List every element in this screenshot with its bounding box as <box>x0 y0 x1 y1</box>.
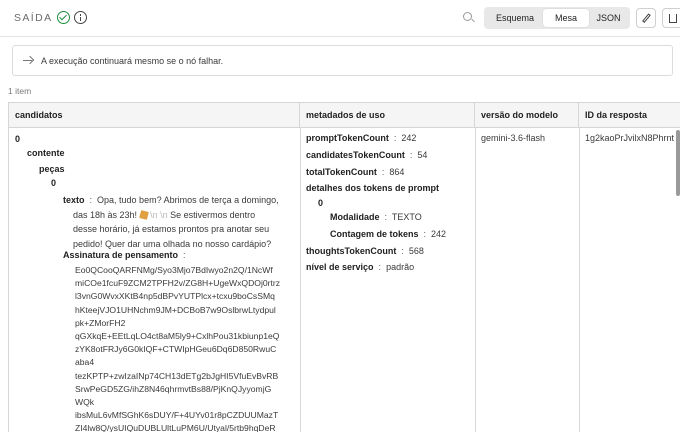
tab-json[interactable]: JSON <box>589 9 628 27</box>
column-divider <box>300 128 301 432</box>
notice-text: A execução continuará mesmo se o nó falh… <box>41 56 224 66</box>
signature-line: aba4 <box>75 357 95 368</box>
meta-details-index: 0 <box>318 198 324 208</box>
signature-line: SrwPeGD5ZG/ihZ8N46qhrmvtBs88/PjKnQJyyomj… <box>75 383 272 394</box>
signature-line: qGXkqE+EEtLqLO4ct8aM5ly9+CxlhPou31kbiunp… <box>75 331 280 342</box>
vertical-scrollbar[interactable] <box>676 130 680 196</box>
meta-modality: Modalidade : TEXTO <box>330 212 422 222</box>
signature-line: ZI4lw8Q/ysUIQuDUBLUltLuPM6U/Utyal/5rtb9h… <box>75 423 276 432</box>
header-versao-modelo[interactable]: versão do modelo <box>475 103 579 128</box>
output-table: candidatos metadados de uso versão do mo… <box>8 102 680 432</box>
pin-icon <box>669 14 677 23</box>
meta-details-key: detalhes dos tokens de prompt <box>306 183 440 193</box>
response-id: 1g2kaoPrJvilxN8Phrnt <box>585 133 675 143</box>
tab-mesa[interactable]: Mesa <box>543 9 589 27</box>
notice-banner: A execução continuará mesmo se o nó falh… <box>12 45 673 76</box>
model-version: gemini-3.6-flash <box>481 133 546 143</box>
panel-title: SAÍDA <box>14 12 53 24</box>
signature-line: Eo0QCooQARFNMg/Syo3Mjo7BdIwyo2n2Q/1NcWf <box>75 265 273 275</box>
header-id-resposta[interactable]: ID da resposta <box>579 103 680 128</box>
signature-line: pk+ZMorFH2 <box>75 317 126 328</box>
text-line4: pedido! Quer dar uma olhada no nosso car… <box>73 238 272 249</box>
signature-line: tezKPTP+zwIzaINp74CH13dETg2bJgHI5VfuEvBv… <box>75 370 279 381</box>
arrow-right-icon <box>23 56 33 65</box>
signature-line: zYK8otFRJy6G0kIQF+CTWIpHGeu6Dq6D850RwuC <box>75 344 277 355</box>
signature-key: Assinatura de pensamento <box>63 250 179 260</box>
search-icon[interactable] <box>463 12 474 23</box>
edit-button[interactable] <box>636 8 656 28</box>
header-candidatos[interactable]: candidatos <box>9 103 300 128</box>
signature-line: ibsMuL6vMfSGhK6sDUY/F+4UYv01r8pCZDUUMazT <box>75 410 279 421</box>
column-divider <box>579 128 580 432</box>
signature-line: l3vnG0WvxXKtB4np5dBPvYUTPlcx+tcxu9boCsSM… <box>75 291 275 302</box>
column-divider <box>475 128 476 432</box>
text-key: texto <box>63 195 85 205</box>
text-escape: \n \n <box>150 209 168 220</box>
check-circle-icon <box>57 11 70 24</box>
pin-button[interactable] <box>662 8 680 28</box>
view-toggle: Esquema Mesa JSON <box>484 7 630 29</box>
pizza-emoji-icon <box>138 209 149 220</box>
header-divider <box>0 36 680 37</box>
signature-value: Eo0QCooQARFNMg/Syo3Mjo7BdIwyo2n2Q/1NcWf m… <box>75 264 299 432</box>
tree-part-index: 0 <box>51 178 57 188</box>
meta-token-count: Contagem de tokens : 242 <box>330 229 447 239</box>
signature-line: hKteejVJO1UHNchm9JM+DCBoB7w9OslbrwLtydpu… <box>75 304 276 315</box>
signature-line: WQk <box>75 397 95 408</box>
text-line3: desse horário, já estamos prontos pra an… <box>73 224 270 234</box>
tree-index: 0 <box>15 134 21 144</box>
signature-field: Assinatura de pensamento : <box>63 250 186 260</box>
text-line1: Opa, tudo bem? Abrimos de terça a doming… <box>97 195 279 205</box>
output-header: SAÍDA Esquema Mesa JSON <box>0 0 680 36</box>
meta-candidates: candidatesTokenCount : 54 <box>306 150 428 160</box>
item-count: 1 item <box>8 86 32 96</box>
info-icon[interactable] <box>74 11 87 24</box>
meta-thoughts: thoughtsTokenCount : 568 <box>306 246 424 256</box>
tree-key-parts: peças <box>39 164 65 174</box>
text-line2a: das 18h às 23h! <box>73 209 138 220</box>
meta-total: totalTokenCount : 864 <box>306 167 405 177</box>
header-metadados[interactable]: metadados de uso <box>300 103 475 128</box>
meta-service-tier: nível de serviço : padrão <box>306 262 415 272</box>
tree-key-content: contente <box>27 148 65 158</box>
text-field: texto : Opa, tudo bem? Abrimos de terça … <box>63 195 279 249</box>
signature-line: miCOe1fcuF9ZCM2TPFH2v/ZG8H+UgeWxQDOj0rtr… <box>75 278 281 289</box>
meta-prompt: promptTokenCount : 242 <box>306 133 417 143</box>
pencil-icon <box>642 13 651 23</box>
text-line2b: Se estivermos dentro <box>170 209 256 220</box>
tab-esquema[interactable]: Esquema <box>487 9 543 27</box>
table-header: candidatos metadados de uso versão do mo… <box>9 103 680 128</box>
